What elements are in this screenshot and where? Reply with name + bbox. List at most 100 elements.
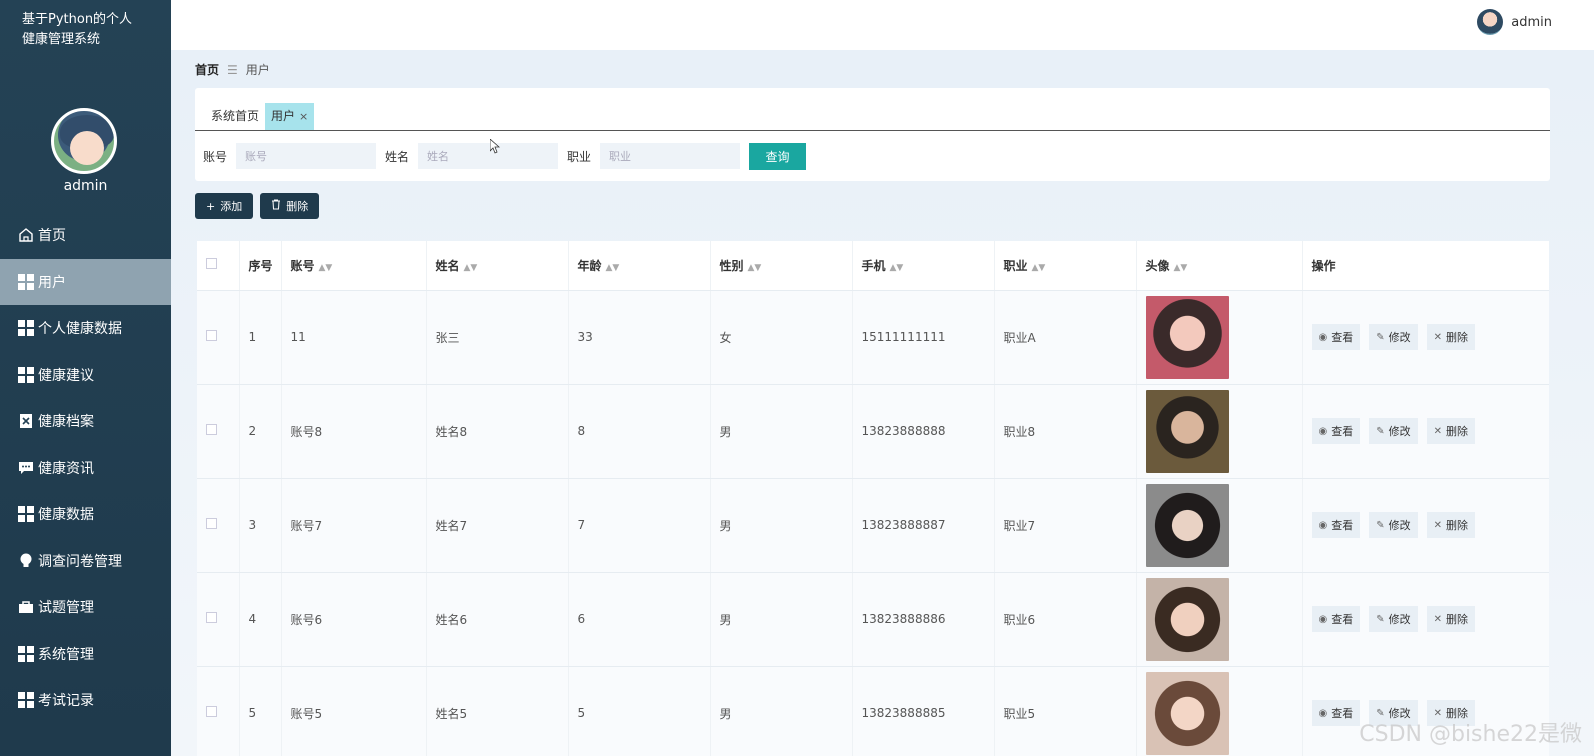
avatar-photo[interactable] [1145,483,1229,567]
edit-button[interactable]: ✎ 修改 [1369,512,1418,538]
select-all-checkbox[interactable] [197,241,240,291]
action-toolbar: + 添加 删除 [195,193,320,219]
sidebar-item-health-records[interactable]: 健康档案 [0,398,171,445]
sidebar-item-health-news[interactable]: 健康资讯 [0,445,171,492]
avatar-photo[interactable] [1145,577,1229,661]
avatar-photo[interactable] [1145,295,1229,379]
view-button[interactable]: ◉ 查看 [1311,606,1361,632]
grid-icon [18,506,34,523]
sidebar-item-survey-management[interactable]: 调查问卷管理 [0,538,171,585]
app-title-line1: 基于Python的个人 [22,12,133,27]
cell-operations: ◉ 查看 ✎ 修改 ✕ 删除 [1302,478,1549,573]
avatar[interactable] [1477,9,1504,35]
delete-row-button[interactable]: ✕ 删除 [1426,606,1476,632]
row-checkbox[interactable] [197,572,240,667]
header-age[interactable]: 年龄 ▲▼ [568,241,711,291]
header-account[interactable]: 账号 ▲▼ [281,241,427,291]
cell-phone: 13823888886 [852,572,995,667]
cell-name: 姓名5 [426,666,569,756]
header-phone[interactable]: 手机 ▲▼ [852,241,995,291]
delete-row-button[interactable]: ✕ 删除 [1426,324,1476,350]
avatar[interactable] [51,108,117,174]
sidebar-item-question-management[interactable]: 试题管理 [0,584,171,631]
cell-index: 5 [239,666,282,756]
cell-index: 3 [239,478,282,573]
edit-button[interactable]: ✎ 修改 [1369,418,1418,444]
breadcrumb-current: 用户 [245,63,270,77]
edit-icon: ✎ [1376,425,1385,437]
delete-row-button[interactable]: ✕ 删除 [1426,418,1476,444]
delete-row-button[interactable]: ✕ 删除 [1426,512,1476,538]
avatar-photo[interactable] [1145,389,1229,473]
header-name[interactable]: 姓名 ▲▼ [426,241,569,291]
admin-name: admin [63,178,108,194]
row-checkbox[interactable] [197,666,240,756]
cell-phone: 13823888888 [852,384,995,479]
watermark: CSDN @bishe22是微 [1359,722,1582,747]
header-gender[interactable]: 性别 ▲▼ [710,241,853,291]
sort-icon: ▲▼ [747,262,762,273]
name-input[interactable] [418,143,559,169]
sidebar-menu: 首页 用户 个人健康数据 健康建议 健康档案 健康资讯 健康数据 调查问卷管理 … [0,212,171,724]
top-user-menu[interactable]: admin [1477,9,1552,35]
grid-icon [18,273,34,290]
tab-system-home[interactable]: 系统首页 [205,103,265,130]
sidebar-item-label: 考试记录 [38,693,94,710]
header-job[interactable]: 职业 ▲▼ [994,241,1137,291]
cell-gender: 男 [710,572,853,667]
sidebar-item-personal-health-data[interactable]: 个人健康数据 [0,305,171,352]
account-label: 账号 [203,149,228,164]
edit-icon: ✎ [1376,613,1385,625]
view-button[interactable]: ◉ 查看 [1311,512,1361,538]
sidebar: 基于Python的个人 健康管理系统 admin 首页 用户 个人健康数据 健康… [0,0,171,756]
sidebar-item-system-management[interactable]: 系统管理 [0,631,171,678]
view-button[interactable]: ◉ 查看 [1311,324,1361,350]
sidebar-item-exam-records[interactable]: 考试记录 [0,677,171,724]
account-input[interactable] [236,143,377,169]
breadcrumb-home[interactable]: 首页 [195,61,219,78]
table-header-row: 序号 账号 ▲▼ 姓名 ▲▼ 年龄 ▲▼ 性别 ▲▼ 手机 ▲▼ 职业 ▲▼ 头像 ▲▼ 操作 [197,241,1549,291]
job-input[interactable] [600,143,741,169]
cell-avatar [1136,384,1303,479]
header-avatar[interactable]: 头像 ▲▼ [1136,241,1303,291]
cell-avatar [1136,290,1303,385]
sidebar-item-home[interactable]: 首页 [0,212,171,259]
close-icon[interactable]: × [299,103,308,130]
sidebar-item-health-stats[interactable]: 健康数据 [0,491,171,538]
sidebar-item-label: 首页 [38,228,66,245]
tab-users[interactable]: 用户 × [265,103,315,130]
cell-index: 2 [239,384,282,479]
edit-button[interactable]: ✎ 修改 [1369,324,1418,350]
sort-icon: ▲▼ [1031,262,1046,273]
sidebar-item-label: 试题管理 [38,600,94,617]
delete-button[interactable]: 删除 [260,193,320,219]
cell-gender: 男 [710,384,853,479]
cell-job: 职业8 [994,384,1137,479]
sidebar-item-users[interactable]: 用户 [0,258,171,305]
avatar-photo[interactable] [1145,671,1229,755]
eye-icon: ◉ [1318,519,1328,531]
sidebar-item-health-advice[interactable]: 健康建议 [0,352,171,399]
cell-name: 姓名7 [426,478,569,573]
cell-job: 职业5 [994,666,1137,756]
row-checkbox[interactable] [197,384,240,479]
row-checkbox[interactable] [197,478,240,573]
cell-account: 账号5 [281,666,427,756]
edit-button[interactable]: ✎ 修改 [1369,606,1418,632]
search-button[interactable]: 查询 [749,142,807,170]
sort-icon: ▲▼ [463,262,478,273]
topbar: admin [171,0,1594,50]
eye-icon: ◉ [1318,331,1328,343]
view-button[interactable]: ◉ 查看 [1311,418,1361,444]
job-label: 职业 [567,149,592,164]
add-button[interactable]: + 添加 [195,193,254,219]
view-button[interactable]: ◉ 查看 [1311,700,1361,726]
chat-icon [18,460,34,476]
cell-job: 职业A [994,290,1137,385]
search-panel: 系统首页 用户 × 账号 姓名 职业 查询 [195,88,1550,181]
row-checkbox[interactable] [197,290,240,385]
file-x-icon [18,413,34,429]
delete-label: 删除 [286,200,309,213]
cell-phone: 13823888887 [852,478,995,573]
eye-icon: ◉ [1318,707,1328,719]
